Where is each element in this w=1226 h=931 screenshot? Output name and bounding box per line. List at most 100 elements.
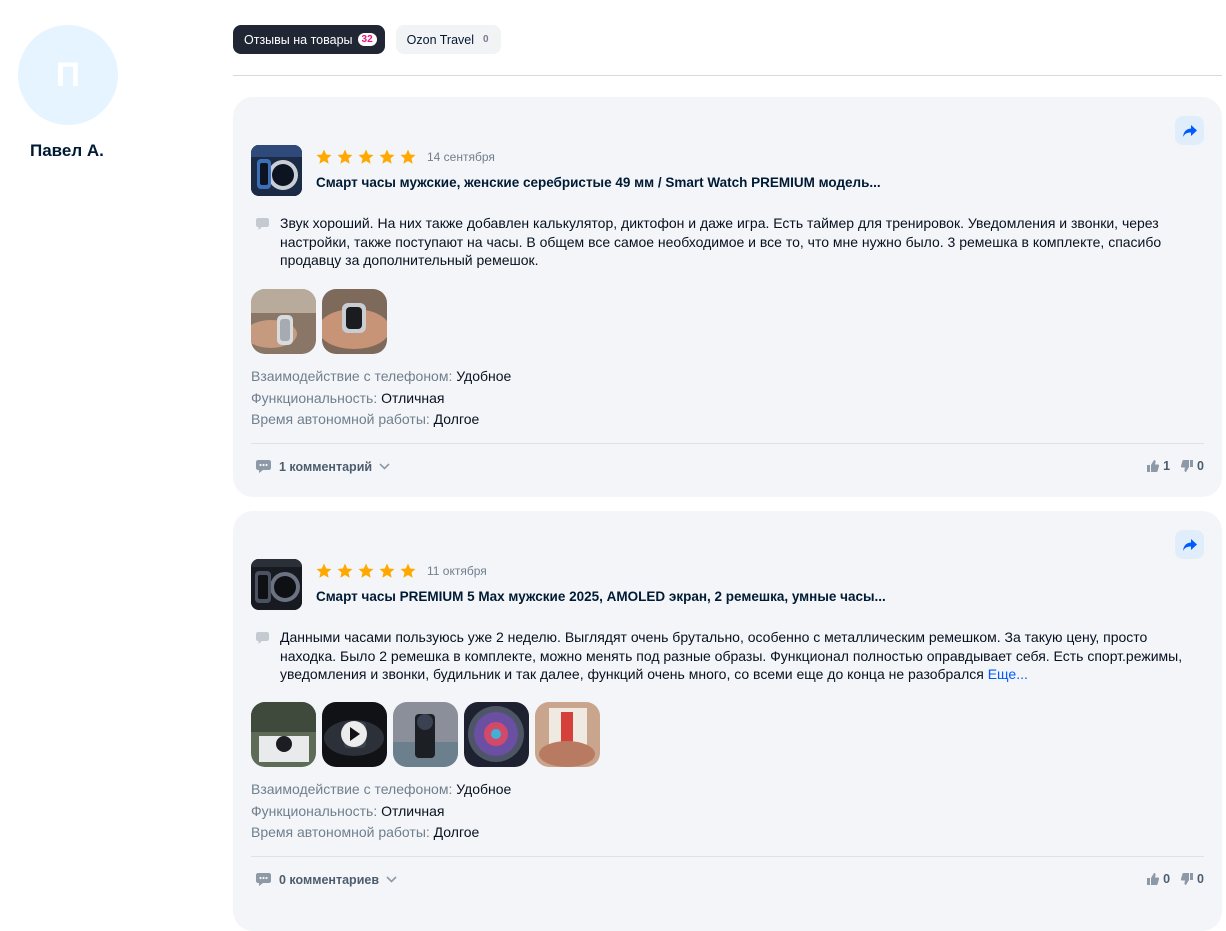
star-icon — [358, 563, 374, 578]
review-card: 11 октября Смарт часы PREMIUM 5 Max мужс… — [233, 511, 1222, 931]
comments-toggle[interactable]: 0 комментариев — [255, 872, 397, 887]
like-count: 0 — [1163, 872, 1171, 886]
user-name: Павел А. — [30, 141, 104, 160]
rating-stars — [315, 148, 417, 166]
attribute-value: Удобное — [456, 781, 512, 797]
photo-image — [251, 289, 316, 354]
tab-product-reviews[interactable]: Отзывы на товары 32 — [233, 25, 385, 54]
review-date: 14 сентября — [427, 150, 495, 164]
thumbs-up-icon — [1147, 873, 1160, 885]
card-divider — [251, 443, 1204, 444]
attribute-label: Время автономной работы: — [251, 411, 430, 427]
chevron-down-icon — [386, 876, 397, 883]
avatar-initial: П — [55, 55, 81, 94]
share-icon — [1182, 124, 1197, 137]
star-icon — [358, 149, 374, 164]
rating-stars — [315, 562, 417, 580]
comments-icon — [256, 460, 271, 473]
tab-count-badge: 32 — [357, 33, 377, 46]
review-photo[interactable] — [251, 702, 316, 767]
photo-image — [251, 702, 316, 767]
attribute-row: Время автономной работы: Долгое — [251, 822, 511, 844]
star-icon — [316, 149, 332, 164]
attribute-label: Функциональность: — [251, 389, 378, 406]
product-image — [251, 559, 302, 610]
review-attributes: Взаимодействие с телефоном: Удобное Функ… — [251, 779, 511, 844]
share-button[interactable] — [1175, 116, 1204, 145]
review-attributes: Взаимодействие с телефоном: Удобное Функ… — [251, 366, 511, 431]
review-text: Звук хороший. На них также добавлен каль… — [280, 214, 1205, 270]
tab-label: Ozon Travel — [406, 32, 475, 47]
like-button[interactable]: 1 — [1146, 459, 1170, 473]
photo-image — [464, 702, 529, 767]
review-votes: 0 0 — [1146, 872, 1204, 886]
attribute-label: Взаимодействие с телефоном: — [251, 368, 453, 384]
dislike-button[interactable]: 0 — [1180, 872, 1204, 886]
comments-count: 0 комментариев — [279, 872, 380, 887]
review-tabs: Отзывы на товары 32 Ozon Travel 0 — [233, 25, 501, 54]
review-video[interactable] — [322, 702, 387, 767]
review-photo[interactable] — [322, 289, 387, 354]
star-icon — [379, 149, 395, 164]
attribute-row: Время автономной работы: Долгое — [251, 409, 511, 431]
product-thumbnail[interactable] — [251, 145, 302, 196]
review-photo[interactable] — [251, 289, 316, 354]
star-icon — [379, 563, 395, 578]
tab-count-badge: 0 — [483, 34, 489, 45]
review-text: Данными часами пользуюсь уже 2 неделю. В… — [280, 628, 1205, 684]
comments-count: 1 комментарий — [279, 459, 373, 474]
review-photos — [251, 289, 387, 354]
share-icon — [1182, 538, 1197, 551]
attribute-row: Взаимодействие с телефоном: Удобное — [251, 779, 511, 801]
attribute-label: Взаимодействие с телефоном: — [251, 781, 453, 797]
review-photo[interactable] — [464, 702, 529, 767]
product-title-link[interactable]: Смарт часы PREMIUM 5 Max мужские 2025, A… — [316, 589, 886, 604]
attribute-row: Функциональность: Отличная — [251, 801, 511, 823]
avatar[interactable]: П — [18, 25, 118, 125]
tabs-divider — [233, 75, 1222, 76]
attribute-value: Удобное — [456, 368, 512, 384]
review-body: Звук хороший. На них также добавлен каль… — [280, 215, 1162, 268]
read-more-link[interactable]: Еще... — [988, 666, 1028, 682]
star-icon — [337, 563, 353, 578]
attribute-value: Отличная — [381, 802, 445, 819]
photo-image — [535, 702, 600, 767]
attribute-value: Долгое — [433, 411, 480, 427]
attribute-value: Долгое — [433, 824, 480, 840]
dislike-button[interactable]: 0 — [1180, 459, 1204, 473]
review-card: 14 сентября Смарт часы мужские, женские … — [233, 97, 1222, 497]
comments-icon — [256, 873, 271, 886]
dislike-count: 0 — [1197, 459, 1204, 473]
like-count: 1 — [1163, 459, 1171, 473]
product-title-link[interactable]: Смарт часы мужские, женские серебристые … — [316, 175, 881, 190]
review-photo[interactable] — [535, 702, 600, 767]
product-image — [251, 145, 302, 196]
review-photos — [251, 702, 600, 767]
tab-label: Отзывы на товары — [244, 32, 353, 47]
star-icon — [400, 563, 416, 578]
comment-bubble-icon — [256, 218, 269, 230]
like-button[interactable]: 0 — [1146, 872, 1170, 886]
photo-image — [322, 702, 387, 767]
product-thumbnail[interactable] — [251, 559, 302, 610]
review-date: 11 октября — [427, 564, 487, 578]
star-icon — [316, 563, 332, 578]
attribute-row: Взаимодействие с телефоном: Удобное — [251, 366, 511, 388]
card-divider — [251, 856, 1204, 857]
comment-bubble-icon — [256, 632, 269, 644]
dislike-count: 0 — [1197, 872, 1204, 886]
review-body: Данными часами пользуюсь уже 2 неделю. В… — [280, 629, 1183, 682]
photo-image — [393, 702, 458, 767]
photo-image — [322, 289, 387, 354]
share-button[interactable] — [1175, 530, 1204, 559]
star-icon — [337, 149, 353, 164]
chevron-down-icon — [379, 463, 390, 470]
comments-toggle[interactable]: 1 комментарий — [255, 459, 390, 474]
review-votes: 1 0 — [1146, 459, 1204, 473]
tab-ozon-travel[interactable]: Ozon Travel 0 — [395, 25, 501, 54]
attribute-label: Время автономной работы: — [251, 824, 430, 840]
thumbs-up-icon — [1147, 460, 1160, 472]
attribute-value: Отличная — [381, 389, 445, 406]
review-photo[interactable] — [393, 702, 458, 767]
attribute-label: Функциональность: — [251, 802, 378, 819]
